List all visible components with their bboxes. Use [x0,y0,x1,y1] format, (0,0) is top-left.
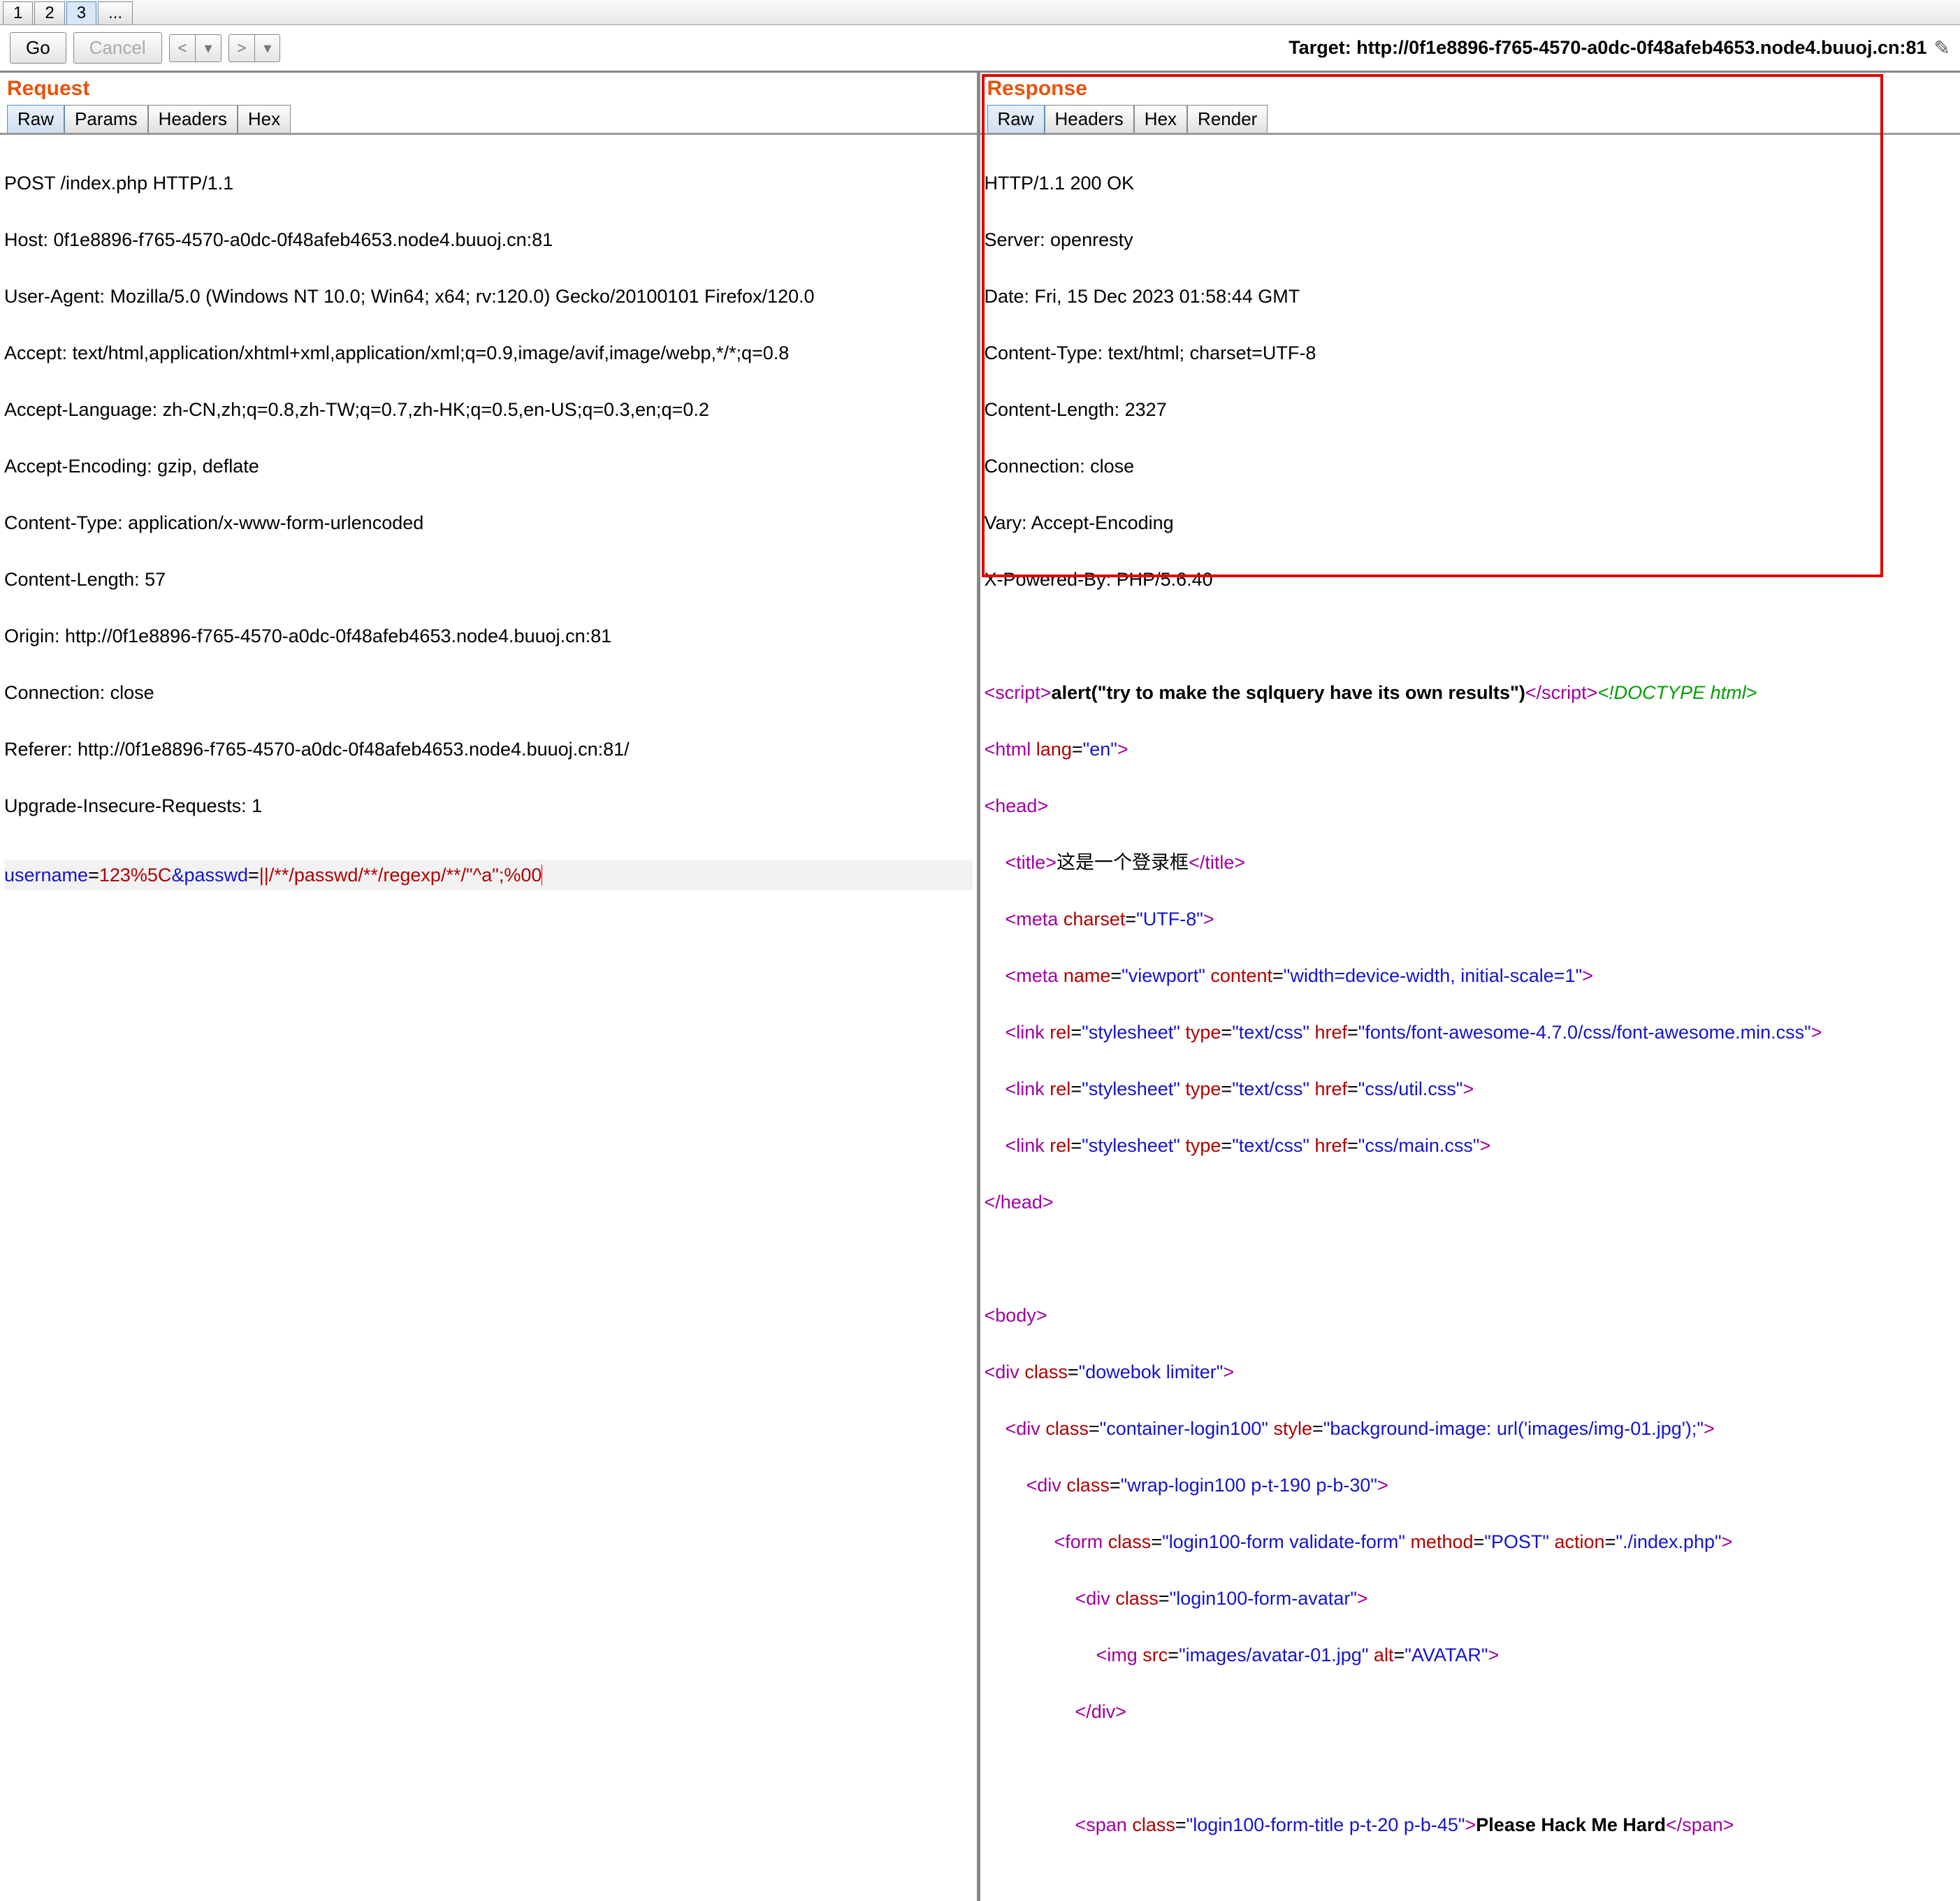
request-line: POST /index.php HTTP/1.1 [4,169,973,198]
request-tab-params[interactable]: Params [64,105,148,133]
response-line: HTTP/1.1 200 OK [985,169,1957,198]
response-html-line: <link rel="stylesheet" type="text/css" h… [985,1018,1957,1047]
response-sub-tabs: Raw Headers Hex Render [980,105,1960,135]
response-html-line: <img src="images/avatar-01.jpg" alt="AVA… [985,1641,1957,1670]
response-line: Server: openresty [985,226,1957,254]
history-tab-2[interactable]: 2 [34,1,64,24]
request-tab-hex[interactable]: Hex [238,105,291,133]
response-line: Date: Fri, 15 Dec 2023 01:58:44 GMT [985,282,1957,311]
response-html-line: <script>alert("try to make the sqlquery … [985,679,1957,707]
request-title: Request [0,73,977,105]
nav-forward-group: > ▾ [228,34,281,62]
response-pane: Response Raw Headers Hex Render HTTP/1.1… [980,73,1960,1901]
response-html-line: <html lang="en"> [985,735,1957,764]
request-line: Content-Length: 57 [4,565,973,594]
request-editor[interactable]: POST /index.php HTTP/1.1 Host: 0f1e8896-… [0,135,977,953]
request-line: Connection: close [4,679,973,707]
nav-forward-dropdown[interactable]: ▾ [254,34,280,62]
request-tab-headers[interactable]: Headers [148,105,238,133]
response-html-line: <link rel="stylesheet" type="text/css" h… [985,1132,1957,1160]
cancel-button[interactable]: Cancel [73,32,162,64]
response-line: Vary: Accept-Encoding [985,509,1957,537]
response-html-line: <div class="login100-form-avatar"> [985,1584,1957,1613]
target-area: Target: http://0f1e8896-f765-4570-a0dc-0… [1288,36,1950,59]
edit-target-icon[interactable]: ✎ [1934,36,1950,59]
response-tab-raw[interactable]: Raw [987,105,1045,133]
response-html-line: <head> [985,792,1957,821]
history-tab-3[interactable]: 3 [66,1,96,24]
request-tab-raw[interactable]: Raw [7,105,64,133]
response-html-line: <title>这是一个登录框</title> [985,848,1957,877]
response-html-line: <span class="login100-form-title p-t-20 … [985,1811,1957,1839]
response-viewer[interactable]: HTTP/1.1 200 OK Server: openresty Date: … [980,135,1960,1901]
request-line: Accept-Encoding: gzip, deflate [4,452,973,481]
request-body-line: username=123%5C&passwd=||/**/passwd/**/r… [4,860,973,891]
response-tab-headers[interactable]: Headers [1045,105,1134,133]
main-split: Request Raw Params Headers Hex POST /ind… [0,73,1960,1901]
request-sub-tabs: Raw Params Headers Hex [0,105,977,135]
request-line: Referer: http://0f1e8896-f765-4570-a0dc-… [4,735,973,764]
nav-back-dropdown[interactable]: ▾ [195,34,221,62]
request-line: Host: 0f1e8896-f765-4570-a0dc-0f48afeb46… [4,226,973,254]
nav-back-button[interactable]: < [169,34,196,62]
nav-forward-button[interactable]: > [228,34,255,62]
history-tab-more[interactable]: ... [98,1,133,24]
response-tab-render[interactable]: Render [1187,105,1268,133]
response-title: Response [980,73,1960,105]
response-html-line: <form class="login100-form validate-form… [985,1528,1957,1556]
response-line: Content-Type: text/html; charset=UTF-8 [985,339,1957,368]
nav-back-group: < ▾ [169,34,222,62]
response-html-line: <div class="container-login100" style="b… [985,1415,1957,1443]
target-label: Target: http://0f1e8896-f765-4570-a0dc-0… [1288,37,1926,59]
response-html-line: <meta name="viewport" content="width=dev… [985,962,1957,990]
history-tabs: 1 2 3 ... [0,0,1960,25]
response-html-line: </div> [985,1698,1957,1726]
history-tab-1[interactable]: 1 [3,1,33,24]
toolbar: Go Cancel < ▾ > ▾ Target: http://0f1e889… [0,25,1960,73]
response-html-line: <link rel="stylesheet" type="text/css" h… [985,1075,1957,1104]
response-html-line: <div class="wrap-login100 p-t-190 p-b-30… [985,1471,1957,1500]
request-pane: Request Raw Params Headers Hex POST /ind… [0,73,980,1901]
request-line: Origin: http://0f1e8896-f765-4570-a0dc-0… [4,622,973,651]
response-line: X-Powered-By: PHP/5.6.40 [985,565,1957,594]
response-line: Connection: close [985,452,1957,481]
request-line: Accept: text/html,application/xhtml+xml,… [4,339,973,368]
request-line: Accept-Language: zh-CN,zh;q=0.8,zh-TW;q=… [4,396,973,424]
request-line: Content-Type: application/x-www-form-url… [4,509,973,537]
response-html-line: </head> [985,1188,1957,1217]
response-line: Content-Length: 2327 [985,396,1957,424]
request-line: Upgrade-Insecure-Requests: 1 [4,792,973,821]
response-html-line: <meta charset="UTF-8"> [985,905,1957,934]
response-html-line: <div class="dowebok limiter"> [985,1358,1957,1387]
request-line: User-Agent: Mozilla/5.0 (Windows NT 10.0… [4,282,973,311]
response-html-line: <body> [985,1301,1957,1330]
go-button[interactable]: Go [10,32,66,64]
response-tab-hex[interactable]: Hex [1134,105,1187,133]
